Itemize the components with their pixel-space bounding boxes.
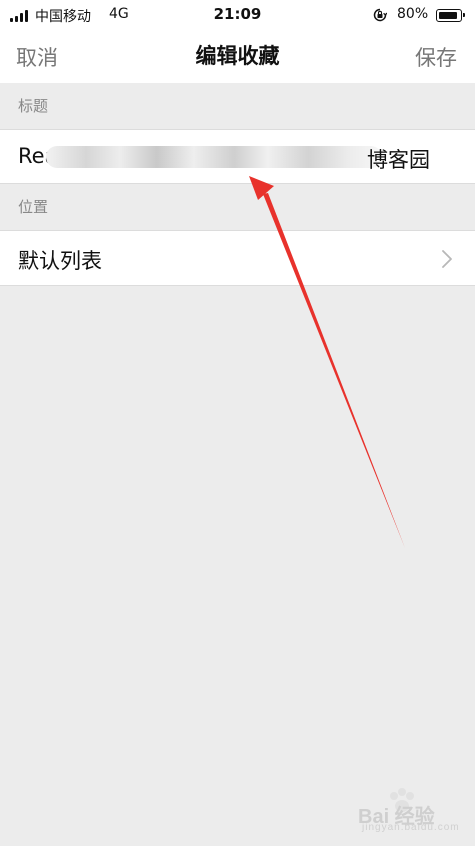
nav-bar: 取消 编辑收藏 保存 [0, 30, 475, 83]
watermark-url: jingyan.baidu.com [362, 822, 460, 833]
battery-percent: 80% [397, 6, 429, 22]
title-section-header: 标题 [0, 83, 475, 129]
save-button[interactable]: 保存 [415, 42, 457, 72]
location-value: 默认列表 [18, 249, 102, 273]
location-section-header: 位置 [0, 184, 475, 230]
title-field[interactable]: Rea 博客园 [0, 129, 475, 184]
rotation-lock-icon [373, 8, 387, 22]
location-row[interactable]: 默认列表 [0, 230, 475, 286]
title-text-suffix: 博客园 [367, 148, 430, 172]
redacted-text [46, 146, 382, 168]
battery-icon [436, 9, 465, 22]
chevron-right-icon [442, 250, 452, 268]
status-bar: 中国移动 4G 21:09 80% [0, 0, 475, 30]
page-title: 编辑收藏 [195, 44, 280, 68]
